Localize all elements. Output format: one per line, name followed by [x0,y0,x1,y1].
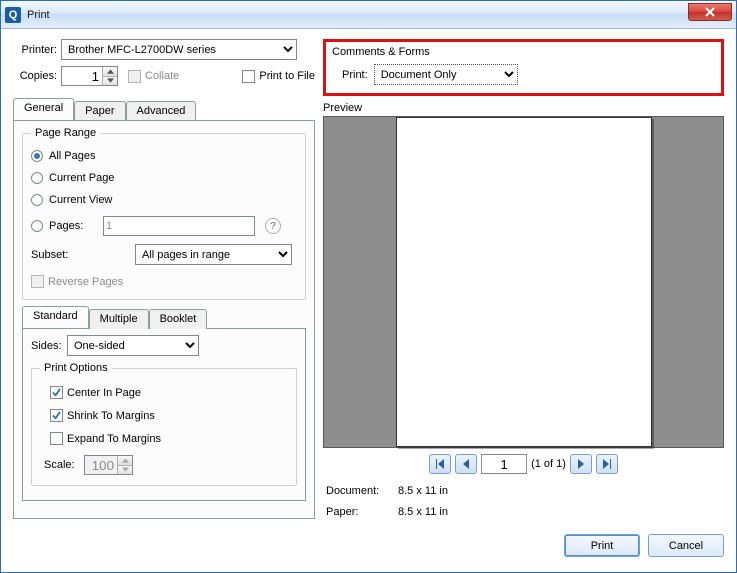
document-dim-label: Document: [325,482,395,501]
radio-label: Current View [49,194,112,206]
print-options-legend: Print Options [40,362,112,374]
reverse-pages-label: Reverse Pages [48,276,123,288]
print-to-file-label: Print to File [259,70,315,82]
radio-label: All Pages [49,150,95,162]
close-icon [705,7,715,17]
prev-icon [461,459,471,469]
tab-general[interactable]: General [13,98,74,120]
sides-select[interactable]: One-sided [67,335,199,356]
app-icon: Q [5,7,21,23]
radio-all-pages[interactable]: All Pages [31,150,297,162]
print-button[interactable]: Print [564,534,640,557]
spin-up-icon [118,456,132,466]
dialog-footer: Print Cancel [1,525,736,567]
last-icon [602,459,612,469]
radio-label: Pages: [49,220,97,232]
checkbox-icon [31,275,44,288]
comments-forms-legend: Comments & Forms [332,46,715,58]
prev-page-button[interactable] [455,454,477,474]
checkbox-label: Center In Page [67,387,141,399]
tab-advanced[interactable]: Advanced [126,101,197,121]
checkbox-icon [50,432,63,445]
scale-spin-buttons [117,456,132,474]
collate-label: Collate [145,70,179,82]
cancel-button[interactable]: Cancel [648,534,724,557]
preview-area [323,116,724,448]
layout-panel-standard: Sides: One-sided Print Options Center In… [22,328,306,501]
preview-pager: (1 of 1) [323,454,724,474]
printer-select[interactable]: Brother MFC-L2700DW series [61,39,297,60]
comments-forms-highlight: Comments & Forms Print: Document Only [323,39,724,96]
tab-standard[interactable]: Standard [22,306,89,328]
center-in-page-checkbox[interactable]: Center In Page [50,386,288,399]
close-button[interactable] [688,3,732,21]
subset-select[interactable]: All pages in range [135,244,292,265]
paper-dim-value: 8.5 x 11 in [397,503,722,522]
collate-checkbox: Collate [128,70,179,83]
title-bar: Q Print [1,1,736,29]
copies-label: Copies: [13,70,57,82]
radio-current-view[interactable]: Current View [31,194,297,206]
radio-pages[interactable]: Pages: ? [31,216,297,236]
print-options-group: Print Options Center In Page Shrink To M… [31,362,297,486]
last-page-button[interactable] [596,454,618,474]
printer-label: Printer: [13,44,57,56]
document-dim-value: 8.5 x 11 in [397,482,722,501]
checkbox-icon [50,409,63,422]
page-range-legend: Page Range [31,127,100,139]
comments-forms-select[interactable]: Document Only [374,64,518,85]
radio-icon [31,194,43,206]
spin-down-icon[interactable] [103,77,117,86]
spin-up-icon[interactable] [103,67,117,77]
layout-tabs: Standard Multiple Booklet [22,306,306,328]
checkbox-label: Shrink To Margins [67,410,155,422]
reverse-pages-checkbox: Reverse Pages [31,275,123,288]
copies-input[interactable] [62,67,102,85]
subset-label: Subset: [31,249,95,261]
radio-icon [31,150,43,162]
scale-spinner [84,455,133,475]
radio-icon [31,220,43,232]
first-icon [435,459,445,469]
checkbox-icon [242,70,255,83]
tab-booklet[interactable]: Booklet [149,309,208,329]
checkbox-icon [50,386,63,399]
spin-down-icon [118,466,132,475]
tab-multiple[interactable]: Multiple [89,309,149,329]
print-to-file-checkbox[interactable]: Print to File [242,70,315,83]
paper-dim-label: Paper: [325,503,395,522]
tab-paper[interactable]: Paper [74,101,125,121]
radio-label: Current Page [49,172,114,184]
checkbox-label: Expand To Margins [67,433,161,445]
sides-label: Sides: [31,340,67,352]
cf-print-label: Print: [342,69,368,81]
checkbox-icon [128,70,141,83]
scale-label: Scale: [44,459,84,471]
copies-spin-buttons[interactable] [102,67,117,85]
radio-icon [31,172,43,184]
next-page-button[interactable] [570,454,592,474]
page-range-group: Page Range All Pages Current Page Curren… [22,127,306,300]
pages-input [103,216,255,236]
radio-current-page[interactable]: Current Page [31,172,297,184]
window-title: Print [27,9,688,21]
tab-panel-general: Page Range All Pages Current Page Curren… [13,120,315,519]
preview-label: Preview [323,102,724,114]
scale-input [85,456,117,474]
help-icon[interactable]: ? [265,218,281,234]
copies-spinner[interactable] [61,66,118,86]
page-number-input[interactable] [481,454,527,474]
next-icon [576,459,586,469]
dimensions-table: Document:8.5 x 11 in Paper:8.5 x 11 in [323,480,724,523]
first-page-button[interactable] [429,454,451,474]
expand-to-margins-checkbox[interactable]: Expand To Margins [50,432,288,445]
preview-page [396,117,652,447]
page-count-text: (1 of 1) [531,458,566,470]
main-tabs: General Paper Advanced [13,98,315,120]
shrink-to-margins-checkbox[interactable]: Shrink To Margins [50,409,288,422]
